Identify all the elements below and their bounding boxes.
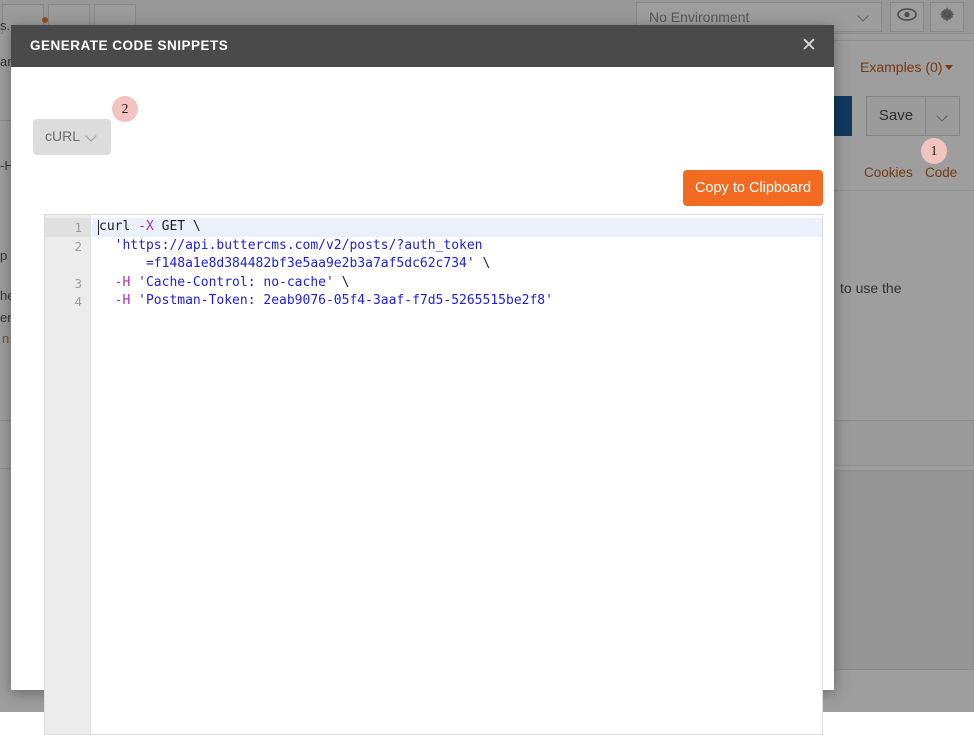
modal-header: GENERATE CODE SNIPPETS ✕: [11, 25, 834, 67]
code-token: [99, 293, 115, 308]
line-number: 4: [74, 294, 82, 309]
annotation-badge-2: 2: [112, 96, 138, 122]
copy-to-clipboard-button[interactable]: Copy to Clipboard: [683, 170, 823, 206]
language-select[interactable]: cURL: [33, 119, 111, 155]
generate-code-snippets-modal: GENERATE CODE SNIPPETS ✕ cURL Copy to Cl…: [11, 25, 834, 690]
code-content[interactable]: curl -X GET \ 'https://api.buttercms.com…: [99, 218, 818, 311]
code-token: 'Postman-Token: 2eab9076-05f4-3aaf-f7d5-…: [138, 293, 553, 308]
code-token: [130, 275, 138, 290]
code-token: [99, 256, 146, 271]
line-number: 1: [74, 220, 82, 235]
code-token: \: [334, 275, 350, 290]
code-snippet-editor[interactable]: 1 2 3 4 curl -X GET \ 'https://api.buttercm…: [44, 214, 823, 735]
line-number: 2: [74, 239, 82, 254]
code-token: -X: [138, 219, 154, 234]
close-icon[interactable]: ✕: [798, 35, 820, 57]
code-line: -H 'Cache-Control: no-cache' \: [99, 274, 818, 293]
code-token: =f148a1e8d384482bf3e5aa9e2b3a7af5dc62c73…: [146, 256, 475, 271]
code-token: [99, 275, 115, 290]
modal-body: cURL Copy to Clipboard 1 2 3 4 curl -X GET …: [11, 67, 834, 690]
code-line: 'https://api.buttercms.com/v2/posts/?aut…: [99, 237, 818, 256]
modal-title: GENERATE CODE SNIPPETS: [30, 38, 228, 53]
line-number: 3: [74, 276, 82, 291]
code-token: \: [475, 256, 491, 271]
code-line: =f148a1e8d384482bf3e5aa9e2b3a7af5dc62c73…: [99, 255, 818, 274]
code-token: 'https://api.buttercms.com/v2/posts/?aut…: [115, 238, 483, 253]
code-token: curl: [99, 219, 138, 234]
language-select-label: cURL: [45, 128, 80, 144]
code-token: [130, 293, 138, 308]
code-token: 'Cache-Control: no-cache': [138, 275, 334, 290]
chevron-down-icon: [86, 131, 97, 142]
annotation-badge-1: 1: [921, 138, 947, 164]
code-token: [99, 238, 115, 253]
code-line: curl -X GET \: [99, 218, 818, 237]
gutter-active-line: [45, 218, 91, 237]
code-line: -H 'Postman-Token: 2eab9076-05f4-3aaf-f7…: [99, 292, 818, 311]
code-token: GET \: [154, 219, 201, 234]
code-token: -H: [115, 293, 131, 308]
line-number-gutter: 1 2 3 4: [45, 215, 91, 734]
code-token: -H: [115, 275, 131, 290]
